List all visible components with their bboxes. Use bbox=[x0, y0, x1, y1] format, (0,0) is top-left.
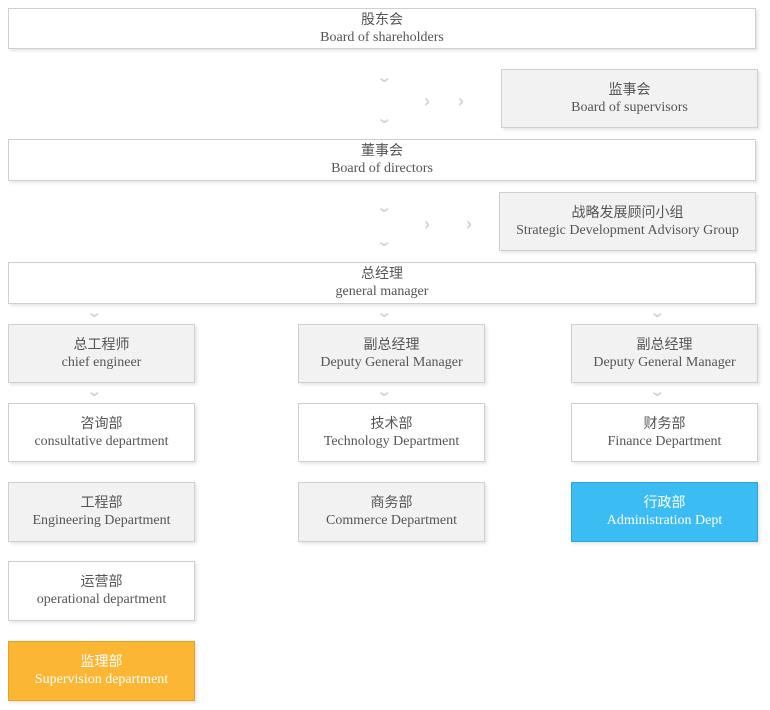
node-chief-engineer[interactable]: 总工程师 chief engineer bbox=[8, 324, 195, 383]
node-chief-engineer-zh: 总工程师 bbox=[73, 336, 130, 353]
node-engineering-zh: 工程部 bbox=[80, 495, 123, 511]
chevron-down-icon: ⌄ bbox=[376, 198, 393, 216]
node-consultative-en: consultative department bbox=[34, 433, 169, 449]
node-finance[interactable]: 财务部 Finance Department bbox=[571, 403, 758, 462]
node-strategy-group[interactable]: 战略发展顾问小组 Strategic Development Advisory … bbox=[499, 192, 756, 251]
chevron-right-icon: › bbox=[424, 89, 431, 113]
node-commerce-en: Commerce Department bbox=[325, 513, 457, 528]
node-commerce[interactable]: 商务部 Commerce Department bbox=[298, 482, 485, 542]
node-supervisors-en: Board of supervisors bbox=[571, 99, 688, 115]
node-operational[interactable]: 运营部 operational department bbox=[8, 561, 195, 621]
node-strategy-group-zh: 战略发展顾问小组 bbox=[571, 204, 684, 221]
node-directors-en: Board of directors bbox=[331, 161, 433, 176]
node-directors-zh: 董事会 bbox=[361, 143, 403, 159]
node-directors[interactable]: 董事会 Board of directors bbox=[8, 139, 756, 181]
node-supervisors-zh: 监事会 bbox=[608, 81, 651, 98]
chevron-down-icon: ⌄ bbox=[376, 68, 393, 86]
node-deputy-gm-2[interactable]: 副总经理 Deputy General Manager bbox=[571, 324, 758, 383]
node-general-manager-zh: 总经理 bbox=[361, 266, 403, 282]
node-finance-zh: 财务部 bbox=[643, 415, 686, 432]
chevron-right-icon: › bbox=[424, 212, 431, 236]
node-engineering-en: Engineering Department bbox=[32, 513, 171, 528]
node-consultative-zh: 咨询部 bbox=[80, 415, 123, 432]
node-deputy-gm-1-zh: 副总经理 bbox=[363, 336, 420, 353]
chevron-down-icon: ⌄ bbox=[376, 303, 393, 321]
node-deputy-gm-1-en: Deputy General Manager bbox=[320, 354, 463, 370]
node-technology-en: Technology Department bbox=[323, 433, 460, 449]
node-finance-en: Finance Department bbox=[607, 433, 722, 449]
chevron-right-icon: › bbox=[466, 212, 473, 236]
node-shareholders[interactable]: 股东会 Board of shareholders bbox=[8, 8, 756, 49]
chevron-down-icon: ⌄ bbox=[649, 382, 666, 400]
node-administration-en: Administration Dept bbox=[606, 513, 723, 528]
node-general-manager[interactable]: 总经理 general manager bbox=[8, 262, 756, 304]
chevron-down-icon: ⌄ bbox=[649, 303, 666, 321]
node-deputy-gm-2-zh: 副总经理 bbox=[636, 336, 693, 353]
node-operational-en: operational department bbox=[36, 592, 167, 607]
node-shareholders-en: Board of shareholders bbox=[320, 29, 444, 45]
node-deputy-gm-2-en: Deputy General Manager bbox=[593, 354, 736, 370]
node-supervision[interactable]: 监理部 Supervision department bbox=[8, 641, 195, 701]
node-strategy-group-en: Strategic Development Advisory Group bbox=[516, 222, 739, 238]
chevron-right-icon: › bbox=[458, 89, 465, 113]
node-supervision-en: Supervision department bbox=[34, 672, 169, 687]
node-commerce-zh: 商务部 bbox=[370, 495, 413, 511]
chevron-down-icon: ⌄ bbox=[376, 382, 393, 400]
node-technology-zh: 技术部 bbox=[370, 415, 413, 432]
chevron-down-icon: ⌄ bbox=[376, 109, 393, 127]
node-engineering[interactable]: 工程部 Engineering Department bbox=[8, 482, 195, 542]
node-chief-engineer-en: chief engineer bbox=[61, 354, 142, 370]
node-consultative[interactable]: 咨询部 consultative department bbox=[8, 403, 195, 462]
node-general-manager-en: general manager bbox=[335, 284, 429, 299]
node-administration-zh: 行政部 bbox=[643, 495, 686, 511]
node-operational-zh: 运营部 bbox=[80, 574, 123, 590]
node-supervisors[interactable]: 监事会 Board of supervisors bbox=[501, 69, 758, 128]
node-technology[interactable]: 技术部 Technology Department bbox=[298, 403, 485, 462]
chevron-down-icon: ⌄ bbox=[86, 382, 103, 400]
chevron-down-icon: ⌄ bbox=[86, 303, 103, 321]
node-deputy-gm-1[interactable]: 副总经理 Deputy General Manager bbox=[298, 324, 485, 383]
node-supervision-zh: 监理部 bbox=[80, 654, 123, 670]
node-shareholders-zh: 股东会 bbox=[361, 11, 403, 28]
node-administration[interactable]: 行政部 Administration Dept bbox=[571, 482, 758, 542]
chevron-down-icon: ⌄ bbox=[376, 232, 393, 250]
